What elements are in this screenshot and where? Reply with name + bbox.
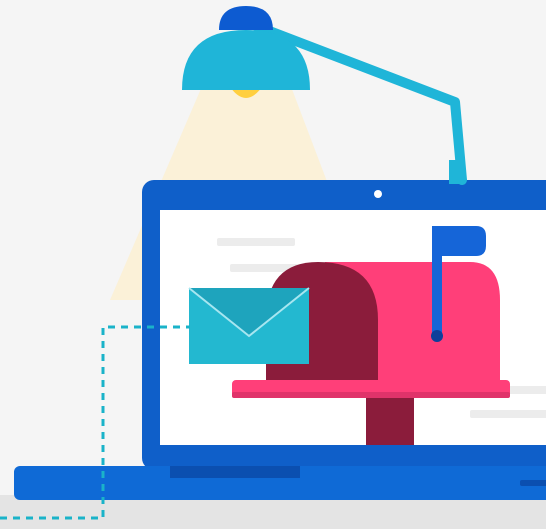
mailbox-base-shadow xyxy=(232,392,510,398)
laptop-base-detail xyxy=(520,480,546,486)
flag-pole xyxy=(432,246,442,338)
illustration-svg xyxy=(0,0,546,529)
flag xyxy=(432,226,486,256)
illustration-scene xyxy=(0,0,546,529)
lamp-stand xyxy=(449,160,463,184)
mailbox-post xyxy=(366,390,414,445)
placeholder-line xyxy=(470,410,546,418)
laptop-camera xyxy=(374,190,382,198)
placeholder-line xyxy=(217,238,295,246)
laptop-hinge xyxy=(170,466,300,478)
desk-surface xyxy=(0,495,546,529)
envelope-icon xyxy=(188,287,310,364)
flag-pivot xyxy=(431,330,443,342)
